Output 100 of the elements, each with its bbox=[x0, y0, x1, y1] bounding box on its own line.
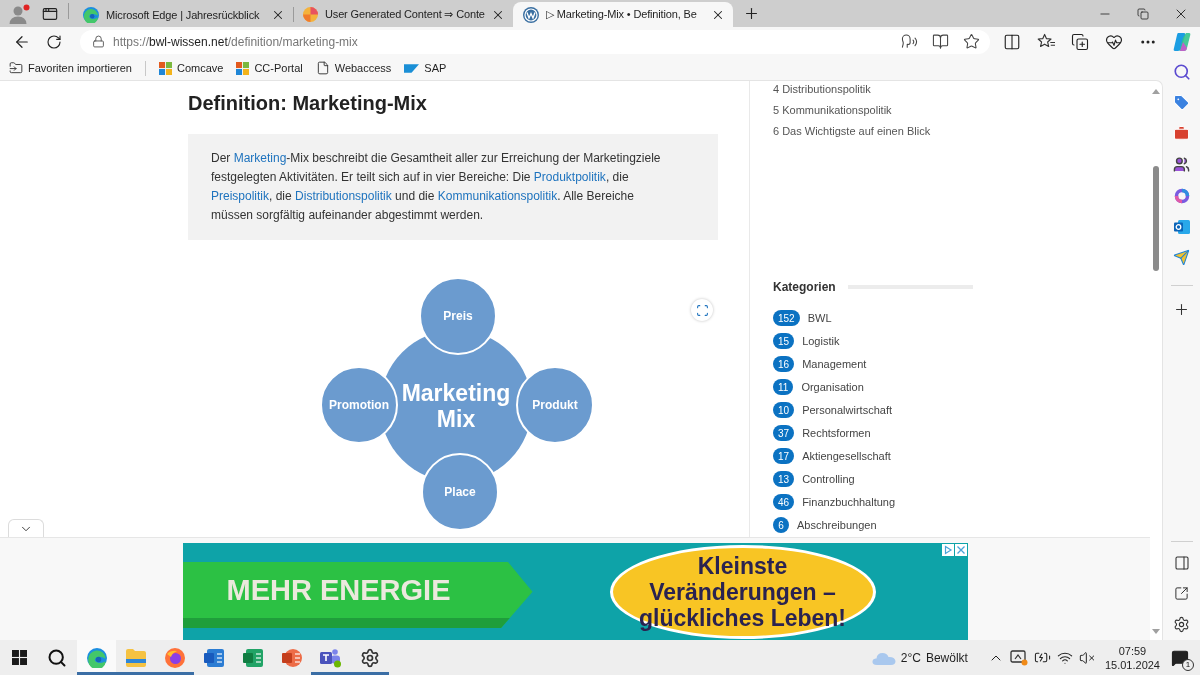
count-badge: 15 bbox=[773, 333, 795, 349]
read-aloud-icon[interactable] bbox=[901, 33, 918, 50]
folder-icon bbox=[125, 648, 146, 667]
profile-icon[interactable] bbox=[8, 3, 30, 24]
lock-icon[interactable] bbox=[92, 35, 105, 48]
weather-condition: Bewölkt bbox=[925, 650, 968, 665]
count-badge: 152 bbox=[773, 310, 800, 326]
scroll-up-icon[interactable] bbox=[1152, 89, 1160, 94]
favorite-link[interactable]: CC-Portal bbox=[236, 61, 303, 75]
colorful-circle-icon bbox=[303, 7, 318, 22]
clock-time[interactable]: 07:59 bbox=[1118, 643, 1147, 658]
count-badge: 11 bbox=[773, 379, 794, 395]
settings-icon bbox=[359, 647, 380, 668]
new-tab-icon[interactable] bbox=[743, 5, 760, 22]
category-link[interactable]: Logistik bbox=[802, 335, 840, 347]
weather-temperature: 2°C bbox=[900, 650, 921, 665]
browser-tab[interactable]: Microsoft Edge | Jahresrückblick bbox=[73, 2, 293, 27]
split-screen-icon[interactable] bbox=[1003, 32, 1021, 51]
favorite-link[interactable]: SAP bbox=[404, 62, 447, 74]
count-badge: 17 bbox=[773, 448, 795, 464]
category-link[interactable]: Abschreibungen bbox=[797, 519, 877, 531]
message-icon bbox=[1171, 648, 1189, 667]
folder-import-icon bbox=[9, 61, 23, 75]
toc-link[interactable]: 6 Das Wichtigste auf einen Blick bbox=[773, 124, 931, 138]
favorite-link[interactable]: Comcave bbox=[158, 61, 224, 75]
count-badge: 16 bbox=[773, 356, 795, 372]
panel-icon[interactable] bbox=[1173, 554, 1190, 571]
add-icon[interactable] bbox=[1173, 301, 1190, 318]
ring-icon[interactable] bbox=[1173, 187, 1190, 204]
count-badge: 46 bbox=[773, 494, 795, 510]
wordpress-logo-icon bbox=[523, 6, 539, 23]
ad-slogan: Kleinste Veränderungen – glückliches Leben! bbox=[609, 545, 876, 639]
text-link[interactable]: Distributionspolitik bbox=[295, 189, 392, 203]
page-icon bbox=[315, 61, 330, 75]
colored-tiles-icon bbox=[158, 61, 172, 75]
scrollbar-thumb[interactable] bbox=[1153, 166, 1159, 271]
toc-link[interactable]: 4 Distributionspolitik bbox=[773, 82, 871, 96]
copilot-icon[interactable] bbox=[1172, 31, 1192, 52]
word-app-icon bbox=[203, 647, 224, 668]
category-link[interactable]: BWL bbox=[807, 312, 832, 324]
count-badge: 13 bbox=[773, 471, 795, 487]
category-link[interactable]: Finanzbuchhaltung bbox=[802, 496, 896, 508]
mix-node: Produkt bbox=[516, 366, 594, 444]
url-text: https://bwl-wissen.net/definition/marketing-mix bbox=[113, 34, 359, 49]
article-heading: Definition: Marketing-Mix bbox=[188, 91, 428, 115]
ad-info-icon[interactable] bbox=[941, 544, 954, 556]
settings-icon[interactable] bbox=[1173, 616, 1190, 633]
clock-date[interactable]: 15.01.2024 bbox=[1104, 657, 1160, 672]
excel-app-icon bbox=[242, 647, 263, 668]
category-link[interactable]: Personalwirtschaft bbox=[802, 404, 892, 416]
teams-app-icon bbox=[319, 647, 342, 668]
count-badge: 37 bbox=[773, 425, 795, 441]
count-badge: 10 bbox=[773, 402, 795, 418]
favorite-link[interactable]: Webaccess bbox=[315, 61, 392, 75]
meet-icon[interactable] bbox=[1009, 649, 1028, 666]
book-icon[interactable] bbox=[932, 33, 949, 50]
collections-icon[interactable] bbox=[1071, 32, 1089, 51]
summary-text: Der Marketing-Mix beschreibt die Gesamtheit aller zur Erreichung der Marketingziele festgelegten Aktivitäten. Er teilt sich auf in vier Bereiche: Die Produktpolitik, die Preispolitik, die Distributionspolitik und die Kommunikationspolitik. Alle Bereiche müssen sorgfältig aufeinander abgestimmt werden. bbox=[188, 134, 718, 240]
category-link[interactable]: Controlling bbox=[802, 473, 855, 485]
firefox-logo-icon bbox=[164, 647, 185, 668]
paper-plane-icon[interactable] bbox=[1173, 249, 1190, 266]
ad-headline: MEHR ENERGIE bbox=[182, 562, 533, 628]
category-link[interactable]: Aktiengesellschaft bbox=[802, 450, 891, 462]
start-icon[interactable] bbox=[11, 650, 27, 665]
people-icon[interactable] bbox=[1173, 156, 1190, 173]
favorite-link[interactable]: Favoriten importieren bbox=[9, 61, 132, 75]
category-link[interactable]: Rechtsformen bbox=[802, 427, 871, 439]
mix-node: Promotion bbox=[320, 366, 398, 444]
address-bar[interactable]: https://bwl-wissen.net/definition/marketing-mix bbox=[80, 29, 990, 54]
scroll-down-icon[interactable] bbox=[1152, 629, 1160, 634]
restore-icon[interactable] bbox=[1137, 7, 1149, 20]
mix-node: Preis bbox=[419, 277, 497, 355]
tab-actions-icon[interactable] bbox=[42, 5, 58, 22]
notification-button[interactable]: 1 bbox=[1168, 645, 1192, 670]
tag-icon[interactable] bbox=[1173, 94, 1190, 111]
speaker-muted-icon[interactable] bbox=[1078, 649, 1095, 666]
browser-tab[interactable]: User Generated Content ⇒ Conte bbox=[293, 2, 513, 27]
browser-tab[interactable]: ▷ Marketing-Mix • Definition, Be bbox=[513, 2, 733, 27]
refresh-icon[interactable] bbox=[46, 33, 62, 50]
favorites-icon[interactable] bbox=[1036, 33, 1056, 50]
taskbar-app-button[interactable] bbox=[77, 640, 116, 675]
edge-logo-icon bbox=[83, 6, 99, 23]
scan-icon bbox=[695, 303, 709, 317]
mail-app-icon[interactable] bbox=[1173, 218, 1190, 235]
powerpoint-app-icon bbox=[281, 647, 302, 668]
count-badge: 6 bbox=[773, 517, 789, 533]
search-icon[interactable] bbox=[47, 647, 67, 668]
external-link-icon[interactable] bbox=[1174, 586, 1189, 601]
visual-search-button[interactable] bbox=[691, 299, 713, 321]
toc-link[interactable]: 5 Kommunikationspolitik bbox=[773, 103, 892, 117]
edge-logo-icon bbox=[86, 647, 107, 668]
category-link[interactable]: Management bbox=[802, 358, 867, 370]
heart-pulse-icon[interactable] bbox=[1105, 32, 1123, 51]
categories-heading: Kategorien bbox=[773, 279, 836, 296]
star-icon[interactable] bbox=[963, 33, 980, 50]
text-link[interactable]: Produktpolitik bbox=[533, 170, 606, 184]
mix-node: Place bbox=[421, 453, 499, 531]
category-link[interactable]: Organisation bbox=[801, 381, 864, 393]
text-link[interactable]: Marketing bbox=[233, 151, 287, 165]
briefcase-icon[interactable] bbox=[1173, 125, 1190, 142]
